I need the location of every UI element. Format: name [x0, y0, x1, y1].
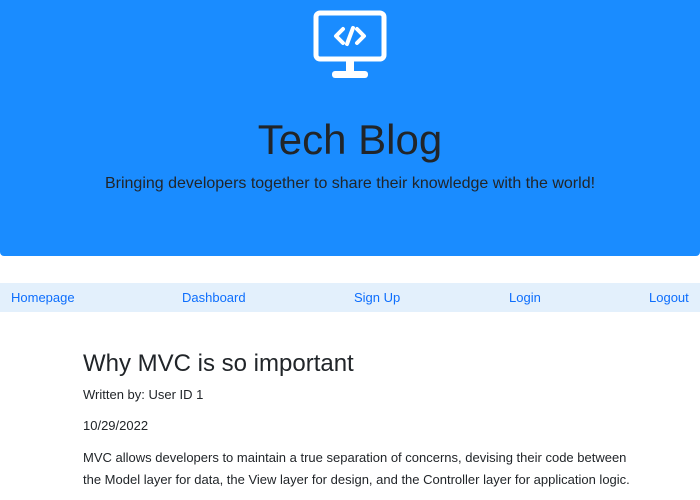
site-subtitle: Bringing developers together to share th… [104, 175, 596, 192]
nav-link-signup[interactable]: Sign Up [354, 283, 400, 312]
post-title[interactable]: Why MVC is so important [83, 346, 643, 382]
nav-link-login[interactable]: Login [509, 283, 541, 312]
hero-banner: Tech Blog Bringing developers together t… [0, 0, 700, 256]
nav-link-homepage[interactable]: Homepage [11, 283, 75, 312]
main-nav: Homepage Dashboard Sign Up Login Logout [0, 283, 700, 312]
monitor-code-icon [313, 10, 387, 78]
post-date: 10/29/2022 [83, 418, 149, 433]
site-title: Tech Blog [257, 116, 443, 163]
nav-link-dashboard[interactable]: Dashboard [182, 283, 246, 312]
post-body: MVC allows developers to maintain a true… [83, 450, 630, 487]
blog-post: Why MVC is so important Written by: User… [83, 346, 643, 487]
post-author: Written by: User ID 1 [83, 387, 204, 402]
nav-link-logout[interactable]: Logout [649, 283, 689, 312]
